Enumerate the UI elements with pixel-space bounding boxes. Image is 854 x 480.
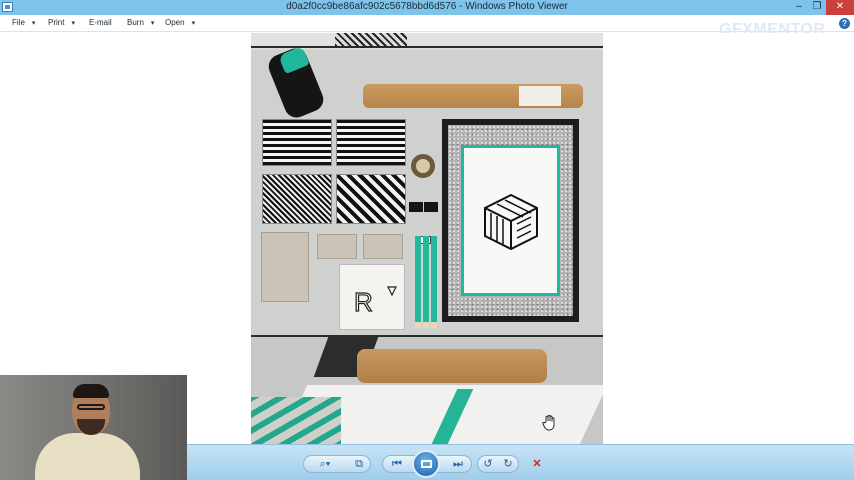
cardboard-tube-shape xyxy=(357,349,547,383)
speckle-poster xyxy=(442,119,579,322)
slideshow-button[interactable] xyxy=(412,450,440,478)
person-glasses-shape xyxy=(77,404,105,410)
chevron-down-icon: ▾ xyxy=(71,20,75,27)
rotate-counterclockwise-icon[interactable]: ↺ xyxy=(480,457,496,471)
business-card-shape xyxy=(317,234,357,259)
restore-button[interactable]: ❐ xyxy=(808,0,826,15)
kraft-envelope-shape xyxy=(261,232,309,302)
svg-text:R: R xyxy=(354,287,373,317)
bottom-toolbar: ⌕▾ ⧉ ⏮ ⏭ ↺ ↻ ✕ xyxy=(187,444,854,480)
diagonal-pattern-card xyxy=(336,174,406,224)
delete-icon[interactable]: ✕ xyxy=(529,457,545,471)
teal-pencil-shape xyxy=(415,236,421,328)
menu-burn-label: Burn xyxy=(127,18,144,27)
wave-pattern-card xyxy=(262,119,332,166)
menu-burn[interactable]: Burn ▾ xyxy=(127,18,154,27)
cube-logo-icon xyxy=(483,193,538,250)
chevron-down-icon: ▾ xyxy=(150,20,155,27)
window-title: d0a2f0cc9be86afc902c5678bbd6d576 - Windo… xyxy=(286,1,568,12)
tape-roll-shape xyxy=(411,154,435,178)
tube-label-shape xyxy=(519,86,561,106)
chevron-down-icon: ▾ xyxy=(191,20,196,27)
actual-size-icon[interactable]: ⧉ xyxy=(351,457,367,471)
binder-clip-shape xyxy=(424,202,438,212)
slideshow-icon xyxy=(421,460,432,468)
teal-pencil-shape xyxy=(423,236,429,328)
menu-email-label: E-mail xyxy=(89,18,112,27)
check-pattern-card xyxy=(262,174,332,224)
menu-print[interactable]: Print ▾ xyxy=(48,18,75,27)
photo-top-section xyxy=(251,33,603,48)
close-window-button[interactable]: ✕ xyxy=(826,0,854,15)
hand-cursor-icon xyxy=(542,415,555,431)
menu-open[interactable]: Open ▾ xyxy=(165,18,195,27)
photo-stationery-flatlay: R xyxy=(251,44,603,335)
next-icon[interactable]: ⏭ xyxy=(449,457,467,471)
wave-pattern-card xyxy=(336,119,406,166)
business-card-shape xyxy=(363,234,403,259)
person-hair-shape xyxy=(73,384,109,398)
binder-clip-shape xyxy=(409,202,423,212)
menu-email[interactable]: E-mail xyxy=(89,18,112,27)
menu-file-label: File xyxy=(12,18,25,27)
teal-pencil-shape xyxy=(431,236,437,328)
previous-icon[interactable]: ⏮ xyxy=(388,457,406,471)
title-bar: d0a2f0cc9be86afc902c5678bbd6d576 - Windo… xyxy=(0,0,854,15)
menu-print-label: Print xyxy=(48,18,65,27)
zoom-icon[interactable]: ⌕▾ xyxy=(313,457,337,471)
card-stack-shape xyxy=(251,397,341,444)
webcam-overlay xyxy=(0,375,187,480)
menu-open-label: Open xyxy=(165,18,185,27)
chevron-down-icon: ▾ xyxy=(31,20,36,27)
r-monogram-icon: R xyxy=(353,286,397,318)
displayed-photo[interactable]: R xyxy=(251,33,603,444)
help-icon[interactable]: ? xyxy=(839,18,850,29)
rotate-clockwise-icon[interactable]: ↻ xyxy=(500,457,516,471)
minimize-button[interactable]: – xyxy=(790,0,808,15)
white-card-shape: R xyxy=(339,264,405,330)
menu-file[interactable]: File ▾ xyxy=(12,18,35,27)
